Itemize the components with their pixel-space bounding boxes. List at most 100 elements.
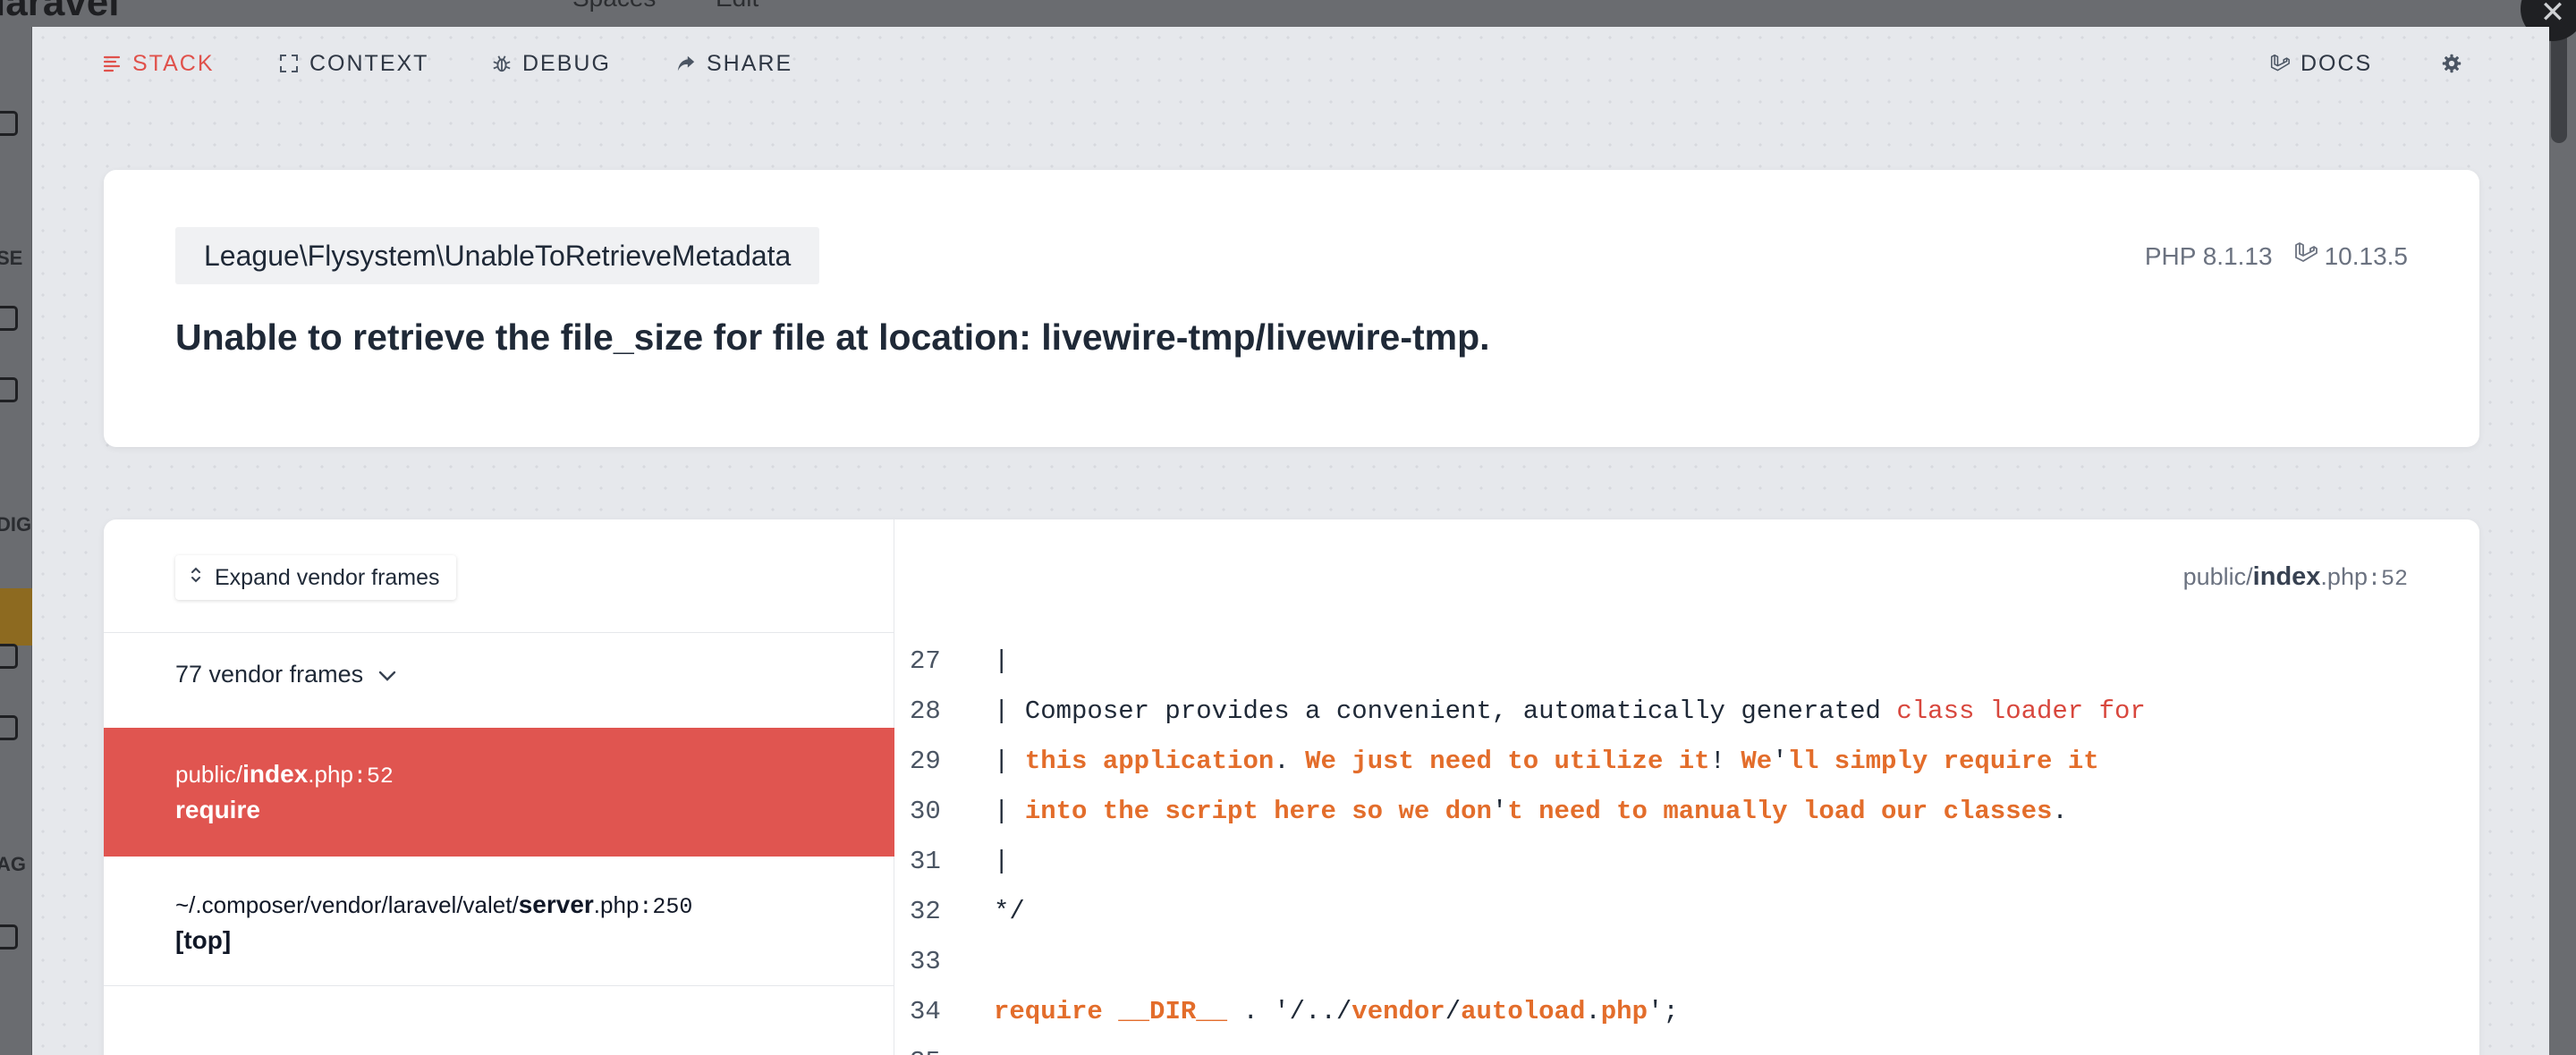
code-text: | this application. We just need to util…	[994, 747, 2099, 776]
code-token: . '/../	[1227, 996, 1352, 1026]
code-text: | Composer provides a convenient, automa…	[994, 696, 2146, 726]
code-token: ll simply require it	[1787, 746, 2099, 776]
users-icon	[0, 306, 18, 331]
nav-debug-tab[interactable]: DEBUG	[492, 48, 611, 79]
background-breadcrumb-edit: Edit	[716, 0, 758, 13]
line-number: 30	[910, 796, 941, 826]
code-token: We just need to utilize it	[1305, 746, 1710, 776]
code-text: |	[994, 646, 1010, 676]
version-info: PHP 8.1.13 10.13.5	[2145, 241, 2408, 271]
background-scrollbar	[2549, 27, 2576, 1055]
code-token: We	[1741, 746, 1773, 776]
nav-context-label: CONTEXT	[309, 50, 429, 76]
frames-panel: Expand vendor frames 77 vendor frames pu…	[104, 519, 894, 1055]
background-app-logo: laravel	[0, 0, 120, 24]
laravel-version-group: 10.13.5	[2294, 241, 2408, 271]
background-scrollbar-thumb[interactable]	[2551, 27, 2567, 143]
code-panel: public/index.php:52 27 | 28 | Composer p…	[895, 519, 2479, 1055]
code-path-ext: .php	[2320, 563, 2368, 590]
exception-class[interactable]: League\Flysystem\UnableToRetrieveMetadat…	[175, 227, 820, 284]
code-token: .	[1274, 746, 1306, 776]
frame-file-ext: .php	[593, 891, 640, 918]
laravel-version: 10.13.5	[2324, 241, 2408, 270]
code-token: ';	[1647, 996, 1679, 1026]
code-path-line: :52	[2367, 566, 2408, 592]
expand-icon	[279, 54, 299, 73]
background-sidebar-label: DIG	[0, 513, 32, 536]
code-token: for	[2098, 696, 2146, 726]
frame-file-ext: .php	[308, 761, 353, 788]
nav-share-label: SHARE	[707, 50, 793, 76]
background-sidebar: SE DIG AG	[0, 27, 32, 1055]
frame-function: require	[175, 796, 260, 823]
nav-share-tab[interactable]: SHARE	[676, 48, 792, 79]
code-line: 28 | Composer provides a convenient, aut…	[895, 686, 2479, 736]
document-icon	[0, 924, 18, 950]
frame-file-path: ~/.composer/vendor/laravel/valet/server.…	[175, 890, 692, 920]
code-token: autoload	[1461, 996, 1586, 1026]
php-version: PHP 8.1.13	[2144, 241, 2273, 270]
close-icon: ✕	[2539, 0, 2566, 30]
code-token: php	[1600, 996, 1648, 1026]
stack-frame[interactable]: ~/.composer/vendor/laravel/valet/server.…	[104, 857, 894, 985]
line-number: 32	[910, 896, 941, 926]
line-number: 34	[910, 996, 941, 1026]
exception-card: League\Flysystem\UnableToRetrieveMetadat…	[104, 170, 2479, 447]
line-number: 28	[910, 696, 941, 726]
divider	[104, 985, 894, 986]
nav-stack-tab[interactable]: STACK	[102, 48, 215, 79]
code-token: |	[994, 746, 1025, 776]
code-token: !	[1709, 746, 1741, 776]
code-token: .	[2052, 796, 2068, 826]
stack-frame-selected[interactable]: public/index.php:52 require	[104, 728, 894, 857]
error-page-modal: STACK CONTEXT DEBUG SHARE DOCS League\Fl…	[32, 27, 2549, 1055]
laravel-icon	[2270, 54, 2290, 73]
code-text: | into the script here so we don't need …	[994, 797, 2068, 826]
nav-debug-label: DEBUG	[522, 50, 611, 76]
code-line: 31 |	[895, 836, 2479, 886]
vendor-frames-label: 77 vendor frames	[175, 661, 364, 688]
bug-icon	[492, 54, 512, 73]
code-token: t need to manually load our classes	[1507, 796, 2053, 826]
code-file-path[interactable]: public/index.php:52	[2183, 562, 2408, 592]
line-number: 27	[910, 646, 941, 676]
frame-dir: public/	[175, 761, 243, 788]
nav-docs-label: DOCS	[2301, 50, 2373, 76]
nav-stack-label: STACK	[132, 50, 215, 76]
code-token: this application	[1024, 746, 1275, 776]
code-token: vendor	[1352, 996, 1445, 1026]
background-sidebar-label: SE	[0, 247, 23, 269]
background-sidebar-active-item	[0, 588, 32, 646]
code-line: 29 | this application. We just need to u…	[895, 736, 2479, 786]
code-token: .	[1585, 996, 1601, 1026]
code-token: /	[1445, 996, 1462, 1026]
tag-icon	[0, 377, 18, 402]
line-number: 33	[910, 946, 941, 976]
code-token: into the script here so we don	[1024, 796, 1492, 826]
home-icon	[0, 111, 18, 136]
nav-docs-link[interactable]: DOCS	[2270, 48, 2372, 79]
code-token: |	[994, 796, 1025, 826]
code-line: 34 require __DIR__ . '/../vendor/autoloa…	[895, 986, 2479, 1036]
vendor-frames-toggle[interactable]: 77 vendor frames	[175, 661, 397, 688]
share-icon	[676, 54, 696, 73]
code-token: loader	[1989, 696, 2084, 726]
gear-icon	[2442, 54, 2462, 73]
code-line: 35	[895, 1036, 2479, 1055]
background-topbar: laravel Spaces Edit	[0, 0, 2576, 27]
line-number: 31	[910, 846, 941, 876]
code-path-dir: public/	[2182, 563, 2253, 590]
code-line: 30 | into the script here so we don't ne…	[895, 786, 2479, 836]
frame-line-number: :250	[639, 894, 693, 920]
settings-button[interactable]	[2442, 48, 2462, 79]
nav-context-tab[interactable]: CONTEXT	[279, 48, 428, 79]
frame-dir: ~/.composer/vendor/laravel/valet/	[175, 891, 519, 918]
line-number: 29	[910, 746, 941, 776]
frame-file-name: server	[518, 890, 594, 918]
code-text: require __DIR__ . '/../vendor/autoload.p…	[994, 997, 1679, 1026]
chevron-up-down-icon	[190, 565, 202, 591]
expand-vendor-frames-button[interactable]: Expand vendor frames	[175, 555, 456, 600]
